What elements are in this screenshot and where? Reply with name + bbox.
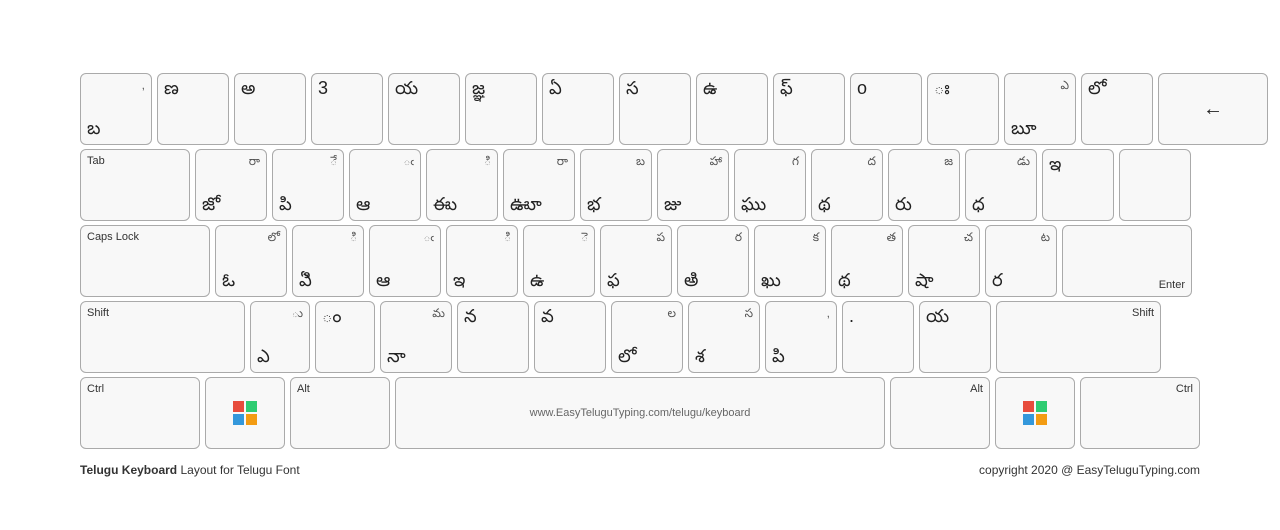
- key-7[interactable]: స: [619, 73, 691, 145]
- keyboard-row-1: , బ ణ అ 3 య జ్ఞ ఏ స ఉ ఫ్ o: [80, 73, 1200, 145]
- key-x[interactable]: ం: [315, 301, 375, 373]
- key-f[interactable]: ి ఇ: [446, 225, 518, 297]
- key-n[interactable]: ల లో: [611, 301, 683, 373]
- key-3[interactable]: 3: [311, 73, 383, 145]
- key-y[interactable]: బ భ: [580, 149, 652, 221]
- key-lbracket[interactable]: డు ధ: [965, 149, 1037, 221]
- alt-right-key[interactable]: Alt: [890, 377, 990, 449]
- shift-left-key[interactable]: Shift: [80, 301, 245, 373]
- key-minus[interactable]: ః: [927, 73, 999, 145]
- key-backslash[interactable]: [1119, 149, 1191, 221]
- windows-right-icon: [1021, 399, 1049, 427]
- key-0[interactable]: o: [850, 73, 922, 145]
- keyboard-wrapper: , బ ణ అ 3 య జ్ఞ ఏ స ఉ ఫ్ o: [40, 53, 1240, 459]
- key-backtick[interactable]: , బ: [80, 73, 152, 145]
- keyboard-row-4: Shift ు ఎ ం మ నా న వ ల లో స శ , పి: [80, 301, 1200, 373]
- keyboard-row-3: Caps Lock లో ఓ ి ఏి ఁ ఆ ి ఇ ె ఉ ప ఫ ర అి: [80, 225, 1200, 297]
- key-z[interactable]: ు ఎ: [250, 301, 310, 373]
- key-m[interactable]: స శ: [688, 301, 760, 373]
- key-v[interactable]: న: [457, 301, 529, 373]
- key-t[interactable]: రా ఊూ: [503, 149, 575, 221]
- footer-right: copyright 2020 @ EasyTeluguTyping.com: [979, 463, 1200, 477]
- key-w[interactable]: ే పి: [272, 149, 344, 221]
- backspace-key[interactable]: ←: [1158, 73, 1268, 145]
- key-bracket[interactable]: లో: [1081, 73, 1153, 145]
- key-8[interactable]: ఉ: [696, 73, 768, 145]
- key-p[interactable]: జ రు: [888, 149, 960, 221]
- key-9[interactable]: ఫ్: [773, 73, 845, 145]
- enter-key[interactable]: Enter: [1062, 225, 1192, 297]
- key-2[interactable]: అ: [234, 73, 306, 145]
- key-u[interactable]: హా జు: [657, 149, 729, 221]
- footer-left: Telugu Keyboard Layout for Telugu Font: [80, 463, 300, 477]
- key-equals[interactable]: ఎ బూ: [1004, 73, 1076, 145]
- key-quote[interactable]: ట ర: [985, 225, 1057, 297]
- key-g[interactable]: ె ఉ: [523, 225, 595, 297]
- key-r[interactable]: ి ఈు: [426, 149, 498, 221]
- key-c[interactable]: మ నా: [380, 301, 452, 373]
- key-rbracket[interactable]: ఇ: [1042, 149, 1114, 221]
- key-1[interactable]: ణ: [157, 73, 229, 145]
- key-i[interactable]: గ ఘు: [734, 149, 806, 221]
- alt-left-key[interactable]: Alt: [290, 377, 390, 449]
- windows-icon: [231, 399, 259, 427]
- ctrl-left-key[interactable]: Ctrl: [80, 377, 200, 449]
- key-period[interactable]: .: [842, 301, 914, 373]
- key-q[interactable]: రా జో: [195, 149, 267, 221]
- key-slash[interactable]: య: [919, 301, 991, 373]
- footer: Telugu Keyboard Layout for Telugu Font c…: [40, 459, 1240, 477]
- key-4[interactable]: య: [388, 73, 460, 145]
- win-left-key[interactable]: [205, 377, 285, 449]
- tab-key[interactable]: Tab: [80, 149, 190, 221]
- key-l[interactable]: త థ: [831, 225, 903, 297]
- key-s[interactable]: ి ఏి: [292, 225, 364, 297]
- key-d[interactable]: ఁ ఆ: [369, 225, 441, 297]
- key-e[interactable]: ఁ ఆ: [349, 149, 421, 221]
- key-a[interactable]: లో ఓ: [215, 225, 287, 297]
- caps-lock-key[interactable]: Caps Lock: [80, 225, 210, 297]
- keyboard-row-5: Ctrl Alt www.EasyTeluguTyping.com/telugu…: [80, 377, 1200, 449]
- win-right-key[interactable]: [995, 377, 1075, 449]
- key-6[interactable]: ఏ: [542, 73, 614, 145]
- key-h[interactable]: ప ఫ: [600, 225, 672, 297]
- ctrl-right-key[interactable]: Ctrl: [1080, 377, 1200, 449]
- key-b[interactable]: వ: [534, 301, 606, 373]
- space-key[interactable]: www.EasyTeluguTyping.com/telugu/keyboard: [395, 377, 885, 449]
- key-5[interactable]: జ్ఞ: [465, 73, 537, 145]
- key-o[interactable]: ద థ: [811, 149, 883, 221]
- shift-right-key[interactable]: Shift: [996, 301, 1161, 373]
- keyboard-row-2: Tab రా జో ే పి ఁ ఆ ి ఈు రా ఊూ బ భ హా జు: [80, 149, 1200, 221]
- key-j[interactable]: ర అి: [677, 225, 749, 297]
- key-comma[interactable]: , పి: [765, 301, 837, 373]
- key-semicolon[interactable]: చ షా: [908, 225, 980, 297]
- key-k[interactable]: క ఖు: [754, 225, 826, 297]
